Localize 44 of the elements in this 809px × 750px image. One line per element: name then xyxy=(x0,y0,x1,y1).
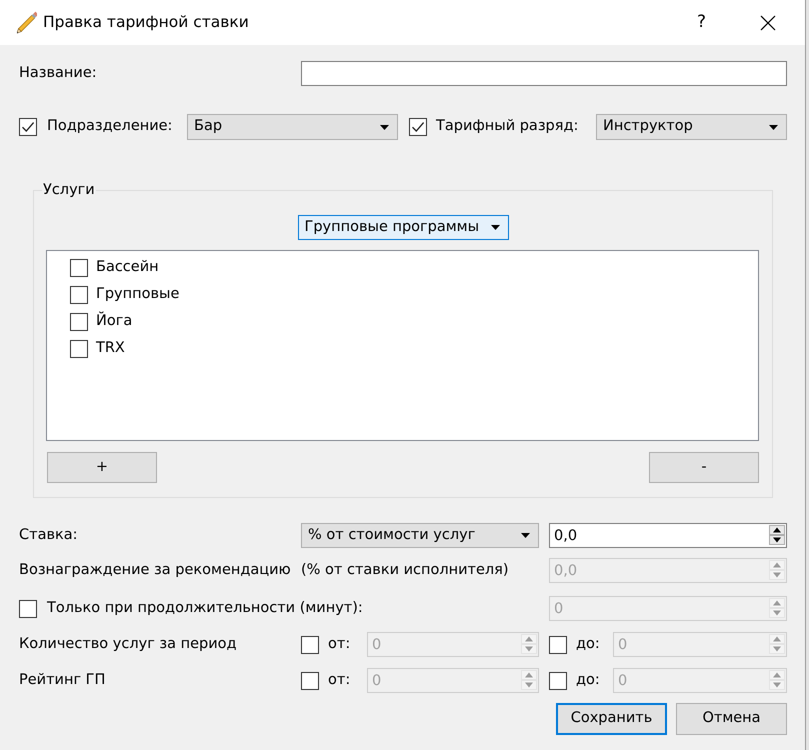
cancel-button[interactable]: Отмена xyxy=(676,703,787,735)
dropdown[interactable]: Групповые программы xyxy=(298,215,508,240)
checkbox[interactable] xyxy=(409,118,427,136)
checkbox-label: до: xyxy=(576,672,600,690)
checkbox-label: Групповые xyxy=(96,286,180,304)
checkbox[interactable] xyxy=(70,286,88,304)
checkbox[interactable] xyxy=(19,118,37,136)
checkbox-label: до: xyxy=(576,636,600,654)
group-title: Услуги xyxy=(42,181,96,200)
checkbox[interactable] xyxy=(70,340,88,358)
caret-icon[interactable] xyxy=(769,124,778,130)
arrow-up-icon[interactable] xyxy=(769,525,785,535)
field-label: Вознаграждение за рекомендацию xyxy=(19,562,291,578)
caret-icon[interactable] xyxy=(380,124,389,130)
field-label: Количество услуг за период xyxy=(19,636,237,652)
checkbox-label: TRX xyxy=(96,340,125,358)
field-label: Название: xyxy=(19,64,97,81)
window-title: Правка тарифной ставки xyxy=(43,13,249,32)
caret-icon[interactable] xyxy=(490,225,500,230)
caret-icon[interactable] xyxy=(521,533,530,538)
checkbox-label: от: xyxy=(328,672,350,690)
help-button[interactable]: ? xyxy=(696,12,706,33)
checkbox-label: Бассейн xyxy=(96,258,159,276)
checkbox[interactable] xyxy=(70,312,88,330)
checkbox[interactable] xyxy=(70,258,88,276)
spin-box[interactable]: 0,0 xyxy=(549,523,787,548)
remove-button[interactable]: - xyxy=(649,452,759,483)
pencil-icon xyxy=(17,10,37,34)
checkbox-label: Йога xyxy=(96,312,132,330)
field-label: Ставка: xyxy=(19,526,78,543)
dropdown[interactable]: Бар xyxy=(187,114,398,140)
text-input[interactable] xyxy=(301,61,787,86)
dropdown[interactable]: % от стоимости услуг xyxy=(301,523,539,548)
add-button[interactable]: + xyxy=(47,452,157,483)
field-label: Рейтинг ГП xyxy=(19,672,106,688)
checkbox-label: Тарифный разряд: xyxy=(436,118,578,136)
close-icon[interactable] xyxy=(760,14,776,30)
field-note: (% от ставки исполнителя) xyxy=(301,562,509,578)
save-button[interactable]: Сохранить xyxy=(556,703,667,735)
checkbox-label: Подразделение: xyxy=(47,118,172,136)
checkbox-label: Только при продолжительности (минут): xyxy=(47,600,363,618)
checkbox-label: от: xyxy=(328,636,350,654)
dropdown[interactable]: Инструктор xyxy=(596,114,787,140)
arrow-down-icon[interactable] xyxy=(769,535,785,545)
